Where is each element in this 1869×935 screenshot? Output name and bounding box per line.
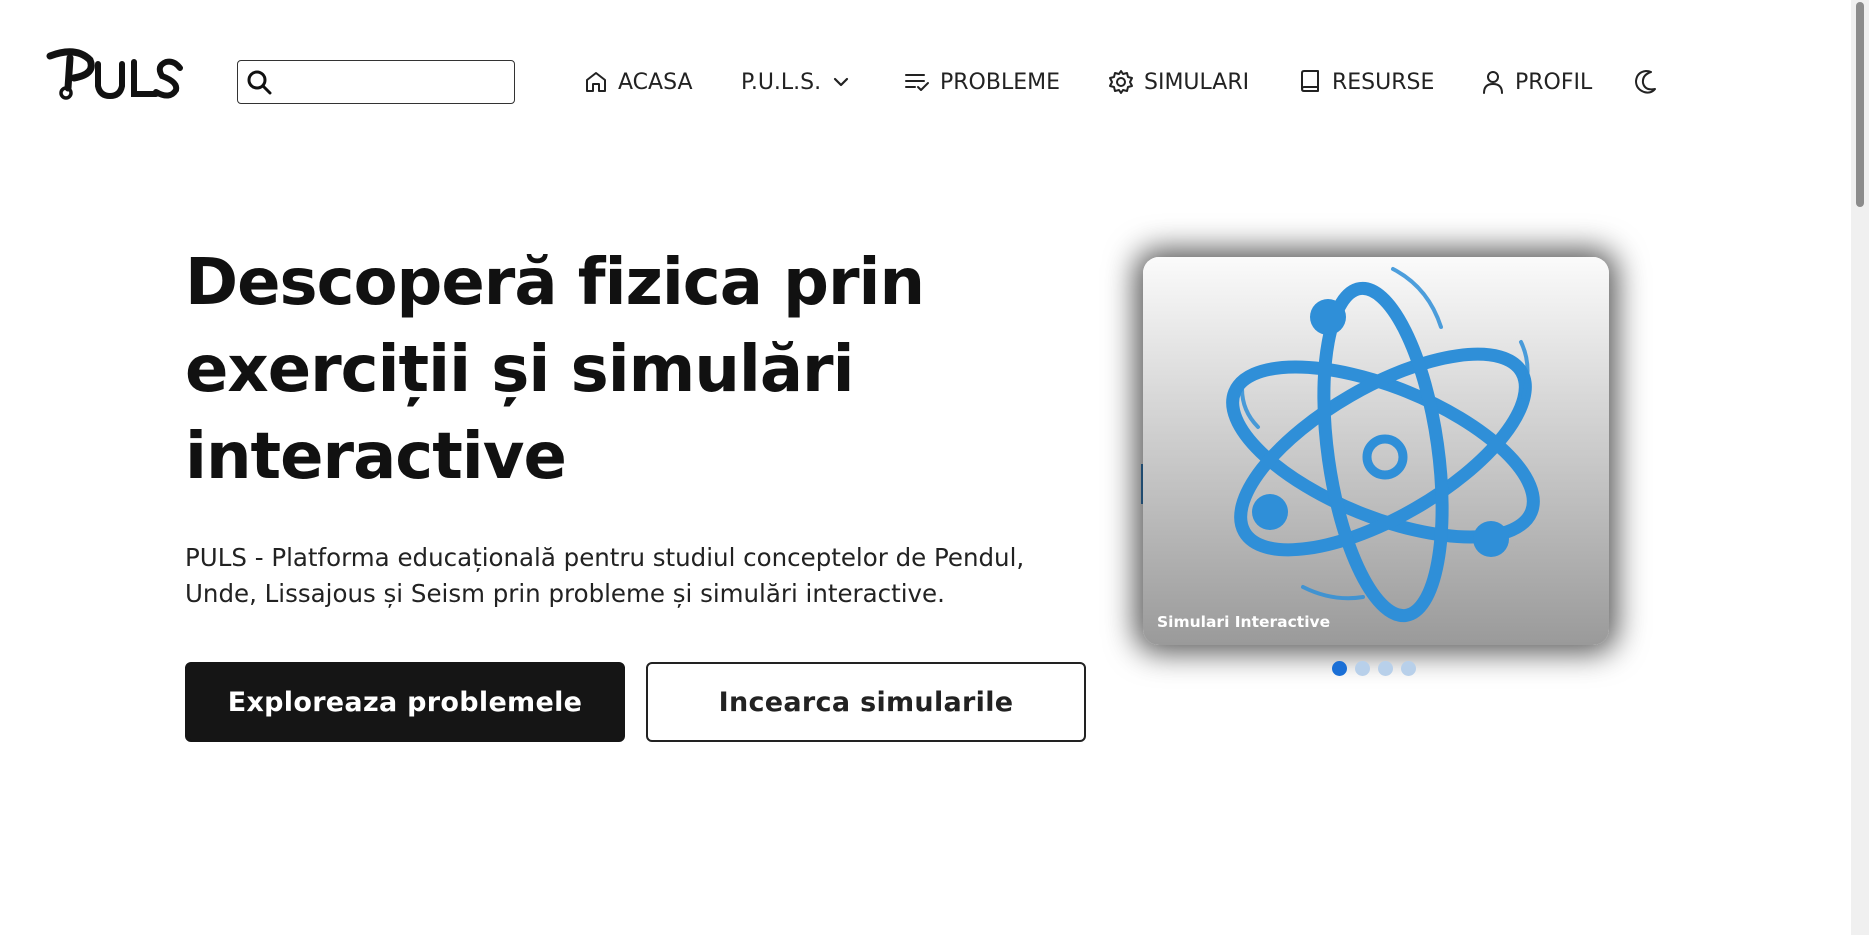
logo-mark [46,48,183,100]
nav-item-simulari[interactable]: SIMULARI [1108,64,1249,100]
carousel-indicators [1332,661,1416,676]
image-carousel[interactable]: Simulari Interactive [1143,257,1609,645]
nav-item-profil[interactable]: PROFIL [1481,64,1592,100]
hero-description: PULS - Platforma educațională pentru stu… [185,540,1065,612]
nav-label: RESURSE [1332,69,1435,95]
nav-item-probleme[interactable]: PROBLEME [904,64,1060,100]
carousel-caption: Simulari Interactive [1157,613,1331,631]
hero-description-line: Unde, Lissajous și Seism prin probleme ș… [185,579,945,608]
nav-label: SIMULARI [1144,69,1250,95]
nav-label: PROBLEME [940,69,1061,95]
gear-icon [1109,70,1133,94]
nav-item-puls[interactable]: P.U.L.S. [741,64,851,100]
nav-item-resurse[interactable]: RESURSE [1298,64,1434,100]
search-box[interactable] [237,60,515,104]
scrollbar-thumb[interactable] [1856,2,1864,207]
carousel-dot-4[interactable] [1401,661,1416,676]
button-label: Incearca simularile [718,686,1014,718]
theme-toggle-button[interactable] [1630,66,1662,98]
hero-title-line: exerciții și simulări [185,333,854,407]
hero-title-line: Descoperă fizica prin [185,246,925,320]
button-label: Exploreaza problemele [227,686,583,718]
carousel-dot-1[interactable] [1332,661,1347,676]
moon-icon [1635,70,1656,94]
book-icon [1301,70,1319,92]
atom-icon [1226,267,1540,623]
search-input[interactable] [274,64,514,100]
list-check-icon [905,74,929,91]
nav-label: PROFIL [1515,69,1593,95]
chevron-down-icon [834,77,849,87]
puls-logo[interactable] [46,48,188,104]
carousel-dot-3[interactable] [1378,661,1393,676]
explore-problems-button[interactable]: Exploreaza problemele [185,662,625,742]
search-icon [244,67,274,97]
nav-item-acasa[interactable]: ACASA [584,64,693,100]
nav-label: ACASA [618,69,693,95]
hero-description-line: PULS - Platforma educațională pentru stu… [185,543,1025,572]
try-simulations-button[interactable]: Incearca simularile [646,662,1086,742]
home-icon [586,72,606,92]
hero-title-line: interactive [185,420,567,494]
carousel-dot-2[interactable] [1355,661,1370,676]
nav-label: P.U.L.S. [741,69,822,95]
hero-title: Descoperă fizica prin exerciții și simul… [185,240,1005,501]
vertical-scrollbar[interactable] [1851,0,1869,935]
user-icon [1483,71,1503,94]
